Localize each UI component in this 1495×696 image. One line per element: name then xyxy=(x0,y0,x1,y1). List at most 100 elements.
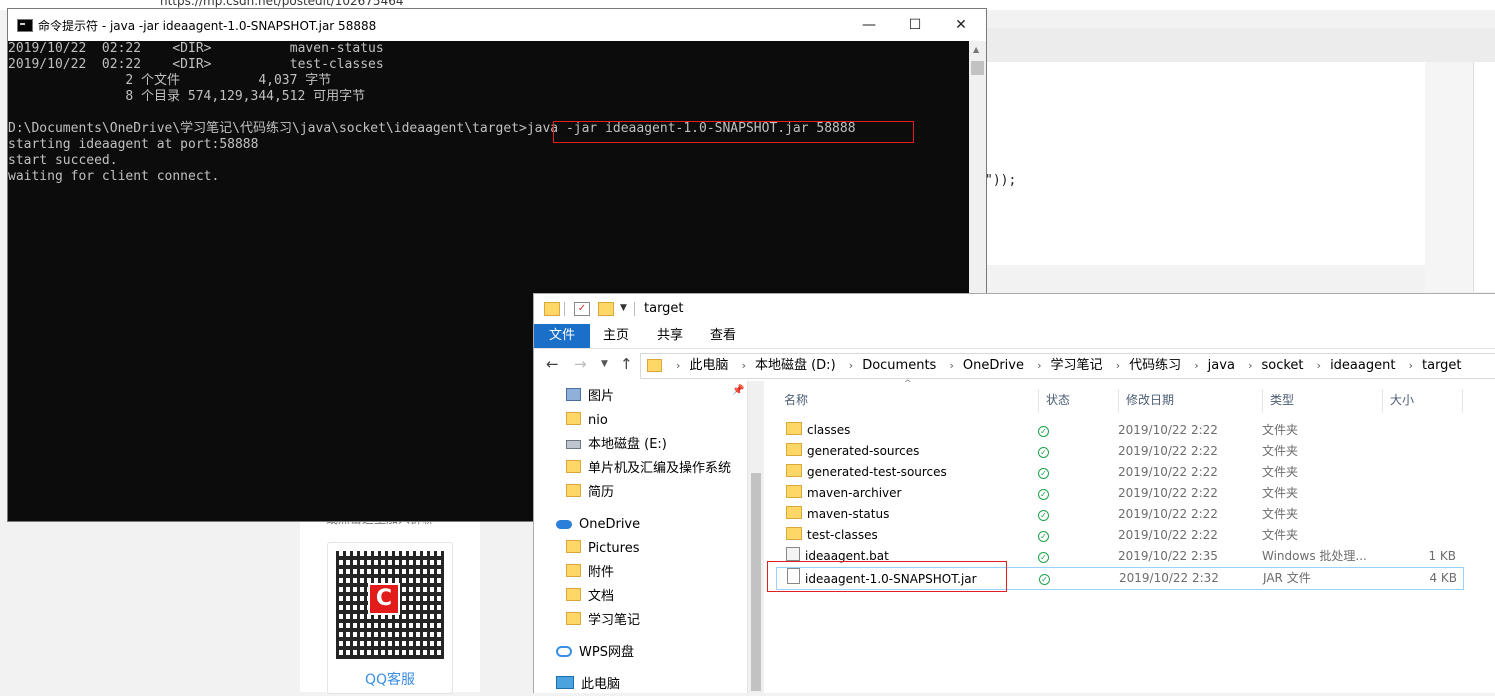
qq-service-card[interactable]: C QQ客服 xyxy=(327,542,453,694)
file-row[interactable]: maven-archiver ✓ 2019/10/22 2:22 文件夹 xyxy=(776,483,1462,504)
file-row[interactable]: classes ✓ 2019/10/22 2:22 文件夹 xyxy=(776,420,1462,441)
nav-item-resume[interactable]: 简历 xyxy=(566,482,614,504)
file-name: generated-sources xyxy=(807,444,920,458)
chevron-right-icon[interactable]: › xyxy=(676,359,680,372)
chevron-right-icon[interactable]: › xyxy=(1317,359,1321,372)
console-line: start succeed. xyxy=(8,153,118,168)
tab-view[interactable]: 查看 xyxy=(696,324,750,348)
nav-item-onedrive[interactable]: OneDrive xyxy=(556,514,640,536)
file-row[interactable]: generated-test-sources ✓ 2019/10/22 2:22… xyxy=(776,462,1462,483)
browser-url[interactable]: https://mp.csdn.net/postedit/102675464 xyxy=(160,0,403,8)
close-button[interactable]: ✕ xyxy=(938,9,984,41)
file-row[interactable]: generated-sources ✓ 2019/10/22 2:22 文件夹 xyxy=(776,441,1462,462)
minimize-button[interactable]: — xyxy=(846,9,892,41)
breadcrumb-item[interactable]: 代码练习 xyxy=(1129,358,1181,373)
explorer-window-title: target xyxy=(644,301,684,316)
file-date: 2019/10/22 2:22 xyxy=(1118,507,1218,521)
chevron-right-icon[interactable]: › xyxy=(1116,359,1120,372)
file-type: 文件夹 xyxy=(1262,465,1299,479)
chevron-right-icon[interactable]: › xyxy=(1194,359,1198,372)
chevron-right-icon[interactable]: › xyxy=(849,359,853,372)
back-arrow-icon[interactable]: ← xyxy=(546,355,559,373)
column-divider[interactable] xyxy=(1382,389,1383,413)
tab-file[interactable]: 文件 xyxy=(534,324,590,348)
file-name: maven-archiver xyxy=(807,486,902,500)
properties-icon[interactable]: ✓ xyxy=(574,302,590,316)
forward-arrow-icon[interactable]: → xyxy=(574,355,587,373)
file-size: 1 KB xyxy=(1428,549,1456,563)
breadcrumb-item[interactable]: 学习笔记 xyxy=(1051,358,1103,373)
file-explorer-window[interactable]: ✓ ▼ target 文件 主页 共享 查看 ← → ▼ ↑ › 此电脑 › 本地磁… xyxy=(533,293,1495,693)
nav-item-nio[interactable]: nio xyxy=(566,410,608,432)
folder-icon[interactable] xyxy=(544,302,560,316)
nav-item-label: OneDrive xyxy=(579,517,641,532)
chevron-right-icon[interactable]: › xyxy=(949,359,953,372)
sync-ok-icon: ✓ xyxy=(1038,531,1049,542)
chevron-right-icon[interactable]: › xyxy=(742,359,746,372)
nav-item-attachments[interactable]: 附件 xyxy=(566,562,614,584)
pin-icon[interactable]: 📌 xyxy=(732,385,744,396)
cmd-window-title: 命令提示符 - java -jar ideaagent-1.0-SNAPSHOT… xyxy=(38,19,377,33)
breadcrumb-item[interactable]: 此电脑 xyxy=(689,358,728,373)
sync-ok-icon: ✓ xyxy=(1038,426,1049,437)
column-divider[interactable] xyxy=(1118,389,1119,413)
file-row[interactable]: maven-status ✓ 2019/10/22 2:22 文件夹 xyxy=(776,504,1462,525)
navigation-pane-scrollbar[interactable] xyxy=(747,381,764,693)
nav-item-this-pc[interactable]: 此电脑 xyxy=(556,674,620,696)
jar-highlight-box xyxy=(767,561,1007,592)
column-header-date[interactable]: 修改日期 xyxy=(1126,389,1174,411)
column-header-type[interactable]: 类型 xyxy=(1270,389,1294,411)
column-header-size[interactable]: 大小 xyxy=(1390,389,1414,411)
breadcrumb-item[interactable]: target xyxy=(1422,358,1462,373)
folder-icon xyxy=(786,422,802,435)
chevron-right-icon[interactable]: › xyxy=(1409,359,1413,372)
tab-share[interactable]: 共享 xyxy=(643,324,697,348)
page-scrollbar[interactable] xyxy=(1473,62,1495,292)
chevron-right-icon[interactable]: › xyxy=(1037,359,1041,372)
cmd-titlebar[interactable]: 命令提示符 - java -jar ideaagent-1.0-SNAPSHOT… xyxy=(8,9,986,41)
onedrive-icon xyxy=(556,520,572,529)
tab-home[interactable]: 主页 xyxy=(589,324,643,348)
nav-item-label: 学习笔记 xyxy=(588,613,641,628)
scroll-thumb[interactable] xyxy=(971,61,984,75)
breadcrumb-item[interactable]: 本地磁盘 (D:) xyxy=(755,358,836,373)
explorer-titlebar[interactable]: ✓ ▼ target xyxy=(534,294,1495,324)
nav-item-label: 图片 xyxy=(588,389,615,404)
up-arrow-icon[interactable]: ↑ xyxy=(620,355,633,373)
nav-item-drive-e[interactable]: 本地磁盘 (E:) xyxy=(566,434,667,456)
column-divider[interactable] xyxy=(1038,389,1039,413)
breadcrumb-item[interactable]: java xyxy=(1208,358,1235,373)
file-row[interactable]: test-classes ✓ 2019/10/22 2:22 文件夹 xyxy=(776,525,1462,546)
nav-item-study-notes[interactable]: 学习笔记 xyxy=(566,610,640,632)
breadcrumb-item[interactable]: OneDrive xyxy=(963,358,1024,373)
column-divider[interactable] xyxy=(1462,389,1463,413)
address-breadcrumb[interactable]: › 此电脑 › 本地磁盘 (D:) › Documents › OneDrive › 学习… xyxy=(640,353,1495,379)
chevron-right-icon[interactable]: › xyxy=(1248,359,1252,372)
nav-item-documents[interactable]: 文档 xyxy=(566,586,614,608)
maximize-button[interactable]: ☐ xyxy=(892,9,938,41)
breadcrumb-item[interactable]: Documents xyxy=(862,358,936,373)
breadcrumb-item[interactable]: ideaagent xyxy=(1330,358,1395,373)
scroll-up-arrow-icon[interactable]: ▲ xyxy=(973,45,979,54)
scroll-thumb[interactable] xyxy=(751,473,761,691)
editor-area[interactable] xyxy=(985,62,1425,265)
recent-locations-chevron-icon[interactable]: ▼ xyxy=(601,359,608,369)
column-divider[interactable] xyxy=(1262,389,1263,413)
qq-service-label[interactable]: QQ客服 xyxy=(328,669,452,689)
folder-icon xyxy=(566,564,581,577)
nav-item-label: 文档 xyxy=(588,589,615,604)
cmd-app-icon[interactable] xyxy=(17,19,33,32)
nav-item-wps-cloud[interactable]: WPS网盘 xyxy=(556,642,634,664)
nav-item-pictures-onedrive[interactable]: Pictures xyxy=(566,538,639,560)
column-header-status[interactable]: 状态 xyxy=(1046,389,1070,411)
column-header-name[interactable]: 名称 xyxy=(784,389,808,411)
nav-item-mcu-folder[interactable]: 单片机及汇编及操作系统 xyxy=(566,458,731,480)
command-highlight-box xyxy=(553,121,914,143)
nav-item-pictures[interactable]: 图片 xyxy=(566,386,614,408)
breadcrumb-item[interactable]: socket xyxy=(1261,358,1303,373)
new-folder-icon[interactable] xyxy=(598,302,614,316)
console-line: 2 个文件 4,037 字节 xyxy=(8,73,332,88)
sync-ok-icon: ✓ xyxy=(1038,447,1049,458)
browser-toolbar xyxy=(985,28,1495,63)
quick-access-dropdown-icon[interactable]: ▼ xyxy=(620,303,627,313)
